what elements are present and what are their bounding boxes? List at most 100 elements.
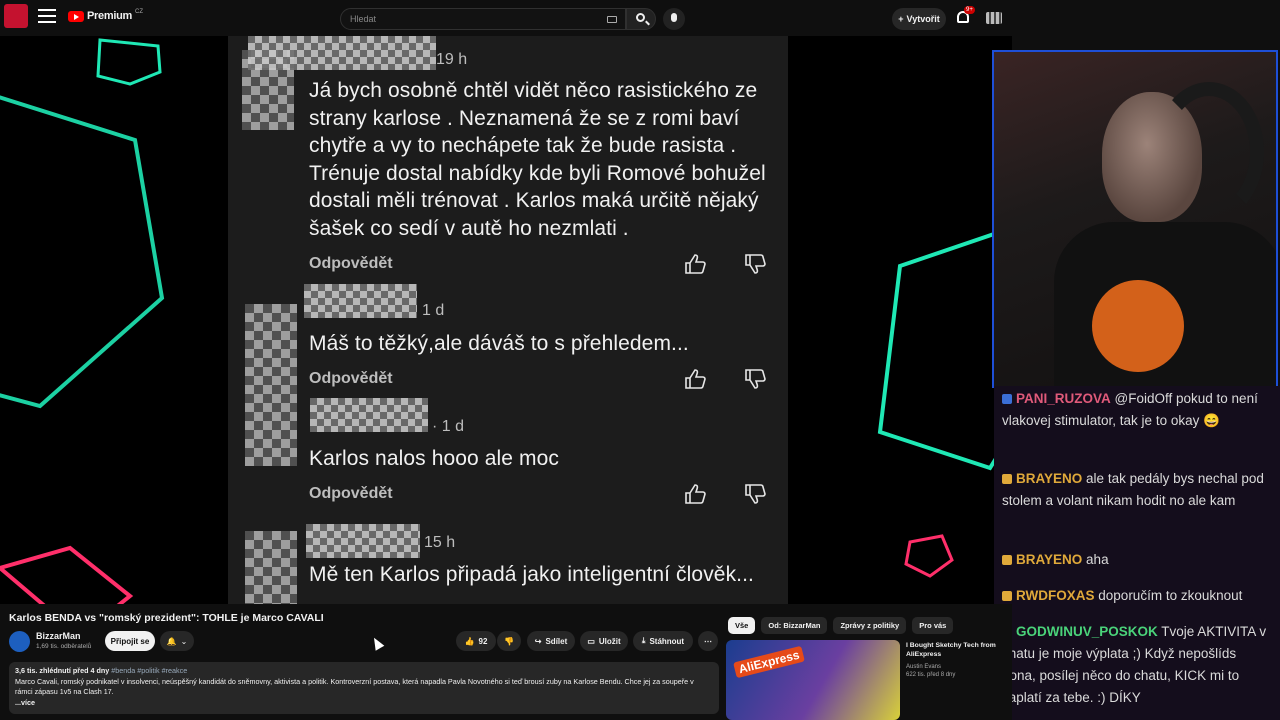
chat-message: GODWINUV_POSKOK Tvoje AKTIVITA v chatu j… <box>1002 621 1272 709</box>
stream-video[interactable]: 19 h Já bych osobně chtěl vidět něco ras… <box>0 36 1012 604</box>
more-icon: ⋯ <box>704 636 712 646</box>
description-text: Marco Cavali, romský podnikatel v insolv… <box>15 676 694 697</box>
comment-author-redacted <box>306 524 420 558</box>
chat-message: PANI_RUZOVA @FoidOff pokud to není vlako… <box>1002 388 1272 432</box>
shirt-logo <box>1092 280 1184 372</box>
description-box[interactable]: 3,6 tis. zhlédnutí před 4 dny #benda #po… <box>9 662 719 714</box>
download-icon: ⤓ <box>641 636 646 645</box>
streamer-webcam <box>992 50 1278 388</box>
youtube-logo[interactable]: Premium CZ <box>68 9 143 22</box>
chat-message: BRAYENO aha <box>1002 549 1272 571</box>
chat-user[interactable]: PANI_RUZOVA <box>1016 391 1111 406</box>
comment-author-redacted <box>248 36 436 70</box>
thumbnail-text: AliExpress <box>733 645 805 679</box>
channel-avatar[interactable] <box>9 631 30 652</box>
recommended-meta: Austin Evans 622 tis. před 8 dny <box>906 663 955 679</box>
youtube-play-icon <box>68 10 84 22</box>
chip-from-channel[interactable]: Od: BizzarMan <box>761 617 828 634</box>
download-button[interactable]: ⤓ Stáhnout <box>633 631 693 651</box>
app-logo-icon[interactable] <box>4 4 28 28</box>
share-label: Sdílet <box>545 636 568 646</box>
like-button[interactable]: 👍 92 <box>456 631 496 651</box>
comment-text: Já bych osobně chtěl vidět něco rasistic… <box>309 79 766 240</box>
comment-text: Karlos nalos hooo ale moc <box>309 447 559 470</box>
chip-for-you[interactable]: Pro vás <box>912 617 954 634</box>
dislike-icon[interactable] <box>744 369 766 389</box>
dislike-button[interactable]: 👎 <box>497 631 521 651</box>
recommended-title[interactable]: I Bought Sketchy Tech from AliExpress <box>906 641 1002 659</box>
notification-bell-button[interactable]: 🔔 ⌄ <box>160 631 194 651</box>
comment-time: 1 d <box>422 302 445 319</box>
dislike-icon: 👎 <box>504 636 514 646</box>
create-label: Vytvořit <box>906 14 940 24</box>
dislike-icon[interactable] <box>744 254 766 274</box>
create-button[interactable]: + Vytvořit <box>892 8 946 30</box>
reply-button[interactable]: Odpovědět <box>309 370 393 388</box>
chat-user[interactable]: BRAYENO <box>1016 471 1082 486</box>
like-count: 92 <box>478 636 488 646</box>
chat-badge-icon <box>1002 591 1012 601</box>
hashtags[interactable]: #benda #politik #reakce <box>111 666 187 675</box>
comment-avatar <box>245 531 297 604</box>
search-button[interactable] <box>626 8 656 30</box>
chip-all[interactable]: Vše <box>728 617 756 634</box>
save-button[interactable]: ▭ Uložit <box>580 631 628 651</box>
chat-badge-icon <box>1002 555 1012 565</box>
save-label: Uložit <box>598 636 621 646</box>
like-icon[interactable] <box>684 254 706 274</box>
comment-time: 19 h <box>436 51 468 68</box>
comment-author-redacted <box>310 398 428 432</box>
like-icon: 👍 <box>464 636 475 646</box>
download-label: Stáhnout <box>649 636 685 646</box>
views-date: 3,6 tis. zhlédnutí před 4 dny <box>15 666 110 675</box>
more-actions-button[interactable]: ⋯ <box>698 631 718 651</box>
premium-label: Premium <box>87 10 132 22</box>
live-chat: PANI_RUZOVA @FoidOff pokud to není vlako… <box>994 386 1280 720</box>
chevron-down-icon: ⌄ <box>180 636 188 646</box>
chat-text: doporučím to zkouknout <box>1098 588 1243 603</box>
menu-icon[interactable] <box>38 9 56 23</box>
like-icon[interactable] <box>684 484 706 504</box>
chat-badge-icon <box>1002 394 1012 404</box>
chat-user[interactable]: BRAYENO <box>1016 552 1082 567</box>
show-more-link[interactable]: ...více <box>15 698 713 709</box>
youtube-header: Premium CZ Hledat + Vytvořit 9+ <box>0 0 1012 36</box>
chip-politics-news[interactable]: Zprávy z politiky <box>833 617 907 634</box>
comment-screenshot: 19 h Já bych osobně chtěl vidět něco ras… <box>228 36 788 604</box>
headphones <box>1154 82 1264 222</box>
search-icon <box>636 13 645 22</box>
comment-text: Mě ten Karlos připadá jako inteligentní … <box>309 563 754 586</box>
chat-user[interactable]: RWDFOXAS <box>1016 588 1095 603</box>
related-filter-chips: Vše Od: BizzarMan Zprávy z politiky Pro … <box>728 617 954 634</box>
share-button[interactable]: ↪ Sdílet <box>527 631 575 651</box>
video-title: Karlos BENDA vs "romský prezident": TOHL… <box>9 612 324 624</box>
search-input[interactable]: Hledat <box>340 8 626 30</box>
chat-badge-icon <box>1002 474 1012 484</box>
share-icon: ↪ <box>534 636 542 646</box>
channel-name[interactable]: BizzarMan <box>36 631 81 641</box>
account-avatar[interactable] <box>986 12 1002 24</box>
country-code: CZ <box>134 9 143 15</box>
comment-time: 15 h <box>424 534 456 551</box>
join-button[interactable]: Připojit se <box>105 631 155 651</box>
comment-text: Máš to těžký,ale dáváš to s přehledem... <box>309 332 689 355</box>
chat-text: aha <box>1086 552 1109 567</box>
reply-button[interactable]: Odpovědět <box>309 255 393 273</box>
chat-message: RWDFOXAS doporučím to zkouknout <box>1002 585 1272 607</box>
dislike-icon[interactable] <box>744 484 766 504</box>
keyboard-icon[interactable] <box>607 16 617 23</box>
chat-user[interactable]: GODWINUV_POSKOK <box>1016 624 1158 639</box>
recommended-channel[interactable]: Austin Evans <box>906 663 955 671</box>
comment-time: · 1 d <box>432 418 465 435</box>
voice-search-icon[interactable] <box>663 8 685 30</box>
search-placeholder: Hledat <box>350 14 377 24</box>
recommended-stats: 622 tis. před 8 dny <box>906 672 956 678</box>
notifications-badge: 9+ <box>964 6 975 14</box>
plus-icon: + <box>898 14 904 24</box>
reply-button[interactable]: Odpovědět <box>309 485 393 503</box>
comment-author-redacted <box>304 284 417 318</box>
recommended-thumbnail[interactable]: AliExpress <box>726 640 900 720</box>
comment-avatar <box>245 304 297 466</box>
like-icon[interactable] <box>684 369 706 389</box>
subscriber-count: 1,69 tis. odběratelů <box>36 643 92 650</box>
